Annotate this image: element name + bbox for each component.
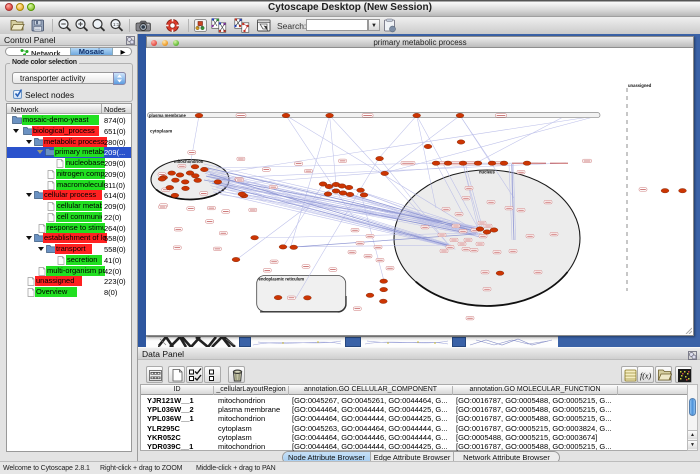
svg-text:unassigned: unassigned	[628, 83, 652, 88]
svg-text:plasma membrane: plasma membrane	[149, 113, 186, 118]
svg-text:cytoplasm: cytoplasm	[150, 129, 172, 134]
svg-text:endoplasmic reticulum: endoplasmic reticulum	[259, 277, 305, 282]
svg-text:1:1: 1:1	[113, 22, 120, 27]
svg-text:f(x): f(x)	[640, 372, 651, 381]
svg-text:mitochondrion: mitochondrion	[174, 159, 204, 164]
svg-text:nucleus: nucleus	[479, 170, 495, 175]
